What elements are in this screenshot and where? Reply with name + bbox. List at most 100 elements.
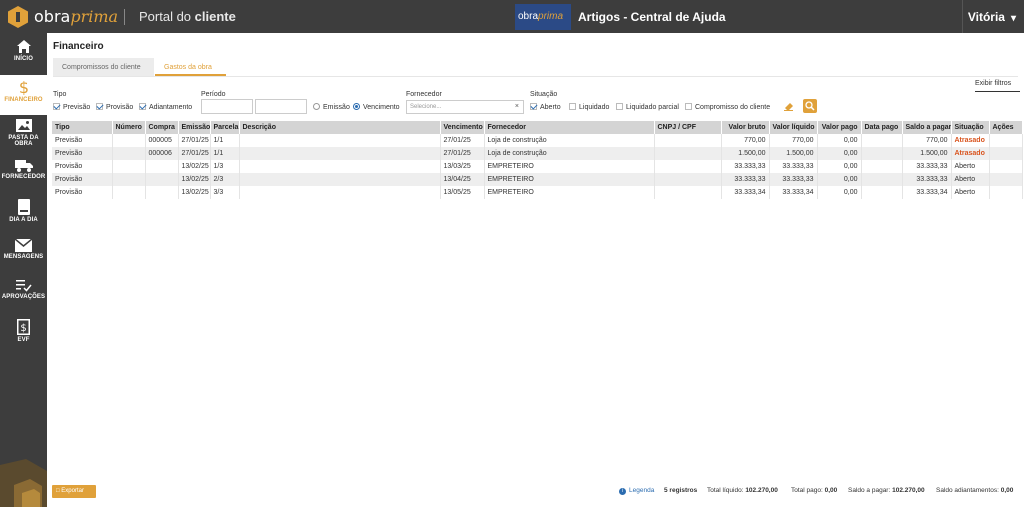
table-cell <box>112 160 146 173</box>
table-cell: 33.333,33 <box>721 160 770 173</box>
clear-icon[interactable]: × <box>515 103 519 110</box>
checkbox-liquidado[interactable]: Liquidado <box>569 103 609 111</box>
eraser-icon[interactable] <box>784 101 794 111</box>
check-list-icon <box>15 280 32 292</box>
radio-label: Vencimento <box>363 104 400 111</box>
saldo-a-pagar: Saldo a pagar: 102.270,00 <box>848 487 925 494</box>
table-row[interactable]: Provisão 13/02/25 1/3 13/03/25 EMPRETEIRO 33.… <box>52 160 1023 173</box>
sidebar-item-label: EVF <box>17 337 30 343</box>
export-label: Exportar <box>61 488 84 494</box>
table-cell <box>145 186 179 199</box>
sidebar-item-evf[interactable]: $ EVF <box>0 315 47 355</box>
table-row[interactable]: Previsão 000006 27/01/25 1/1 27/01/25 Loja de… <box>52 147 1023 160</box>
table-cell <box>861 186 903 199</box>
table-cell <box>112 147 146 160</box>
table-cell: Aberto <box>951 186 990 199</box>
col-header[interactable]: Tipo <box>52 121 113 134</box>
radio-icon <box>353 103 360 110</box>
date-end-input[interactable] <box>255 99 307 114</box>
col-header[interactable]: Fornecedor <box>484 121 655 134</box>
checkbox-aberto[interactable]: Aberto <box>530 103 561 111</box>
help-center-link[interactable]: Artigos - Central de Ajuda <box>578 10 726 24</box>
table-cell: EMPRETEIRO <box>484 160 655 173</box>
checkbox-label: Liquidado <box>579 104 610 111</box>
table-cell: 1/1 <box>210 134 240 147</box>
user-menu[interactable]: Vitória ▾ <box>968 10 1016 24</box>
checkbox-compromisso-do-cliente[interactable]: Compromisso do cliente <box>685 103 770 111</box>
tab-gastos-da-obra[interactable]: Gastos da obra <box>155 58 226 76</box>
table-cell: Provisão <box>52 173 113 186</box>
checkbox-label: Provisão <box>106 104 134 111</box>
col-header[interactable]: Parcela <box>210 121 240 134</box>
col-header[interactable]: Saldo a pagar <box>902 121 952 134</box>
table-cell: Atrasado <box>951 134 990 147</box>
checkbox-icon <box>616 103 623 110</box>
col-header[interactable]: Descrição <box>239 121 441 134</box>
brand-logo[interactable]: obraprima <box>34 7 118 26</box>
table-cell <box>861 173 903 186</box>
table-row[interactable]: Provisão 13/02/25 2/3 13/04/25 EMPRETEIRO 33.… <box>52 173 1023 186</box>
col-header[interactable]: Número <box>112 121 146 134</box>
col-header[interactable]: Emissão <box>178 121 211 134</box>
checkbox-adiantamento[interactable]: Adiantamento <box>139 103 192 111</box>
table-cell: 0,00 <box>817 147 862 160</box>
checkbox-liquidado-parcial[interactable]: Liquidado parcial <box>616 103 679 111</box>
page-title: Financeiro <box>53 41 104 52</box>
col-header[interactable]: Valor pago <box>817 121 862 134</box>
checkbox-previsao[interactable]: Previsão <box>53 103 90 111</box>
saldo-adiantamentos: Saldo adiantamentos: 0,00 <box>936 487 1013 494</box>
col-header[interactable]: CNPJ / CPF <box>654 121 722 134</box>
legend-link[interactable]: i Legenda <box>619 487 654 495</box>
table-row[interactable]: Previsão 000005 27/01/25 1/1 27/01/25 Loja de… <box>52 134 1023 147</box>
col-header[interactable]: Data pago <box>861 121 903 134</box>
table-cell: EMPRETEIRO <box>484 173 655 186</box>
table-cell <box>861 147 903 160</box>
sidebar-item-fornecedor[interactable]: FORNECEDOR <box>0 155 47 195</box>
user-name: Vitória <box>967 10 1005 24</box>
table-cell: 13/02/25 <box>178 160 211 173</box>
sidebar-item-dia-a-dia[interactable]: DIA A DIA <box>0 195 47 235</box>
sidebar-item-inicio[interactable]: INÍCIO <box>0 35 47 75</box>
date-start-input[interactable] <box>201 99 253 114</box>
sidebar-item-mensagens[interactable]: MENSAGENS <box>0 235 47 275</box>
table-cell: 2/3 <box>210 173 240 186</box>
col-header[interactable]: Compra <box>145 121 179 134</box>
col-header[interactable]: Vencimento <box>440 121 485 134</box>
help-center-logo[interactable]: obraprima <box>515 4 571 30</box>
sidebar-item-financeiro[interactable]: $ FINANCEIRO <box>0 75 47 115</box>
tab-compromissos-do-cliente[interactable]: Compromissos do cliente <box>53 58 154 76</box>
table-cell: 27/01/25 <box>440 134 485 147</box>
home-icon <box>16 40 31 53</box>
table-cell: 33.333,33 <box>902 173 952 186</box>
col-header[interactable]: Situação <box>951 121 990 134</box>
table-cell: 770,00 <box>902 134 952 147</box>
export-button[interactable]: □ Exportar <box>52 485 96 498</box>
saldo-value: 102.270,00 <box>892 487 925 494</box>
table-cell <box>239 186 441 199</box>
table-cell: Aberto <box>951 173 990 186</box>
show-filters-link[interactable]: Exibir filtros <box>975 80 1011 87</box>
table-cell: 0,00 <box>817 173 862 186</box>
sidebar-item-label: DIA A DIA <box>9 217 38 223</box>
col-header[interactable]: Valor líquido <box>769 121 818 134</box>
table-cell: 33.333,33 <box>902 160 952 173</box>
table-row[interactable]: Provisão 13/02/25 3/3 13/05/25 EMPRETEIRO 33.… <box>52 186 1023 199</box>
col-header[interactable]: Valor bruto <box>721 121 770 134</box>
brand-text-a: obra <box>34 7 71 26</box>
checkbox-label: Liquidado parcial <box>626 104 679 111</box>
sidebar-item-pasta-da-obra[interactable]: PASTA DA OBRA <box>0 115 47 155</box>
fornecedor-select[interactable]: Selecione... × <box>406 100 524 114</box>
radio-vencimento[interactable]: Vencimento <box>353 103 400 111</box>
search-button[interactable] <box>803 99 817 113</box>
radio-emissao[interactable]: Emissão <box>313 103 350 111</box>
main-content: Financeiro Compromissos do cliente Gasto… <box>47 33 1024 507</box>
checkbox-provisao[interactable]: Provisão <box>96 103 133 111</box>
sidebar-item-label: FINANCEIRO <box>4 97 43 103</box>
table-cell: 27/01/25 <box>440 147 485 160</box>
table-cell: Provisão <box>52 186 113 199</box>
file-icon: □ <box>56 488 60 494</box>
tab-divider <box>53 76 1018 77</box>
table-cell <box>989 173 1023 186</box>
sidebar-item-aprovacoes[interactable]: APROVAÇÕES <box>0 275 47 315</box>
financial-table: Tipo Número Compra Emissão Parcela Descr… <box>52 121 1023 199</box>
